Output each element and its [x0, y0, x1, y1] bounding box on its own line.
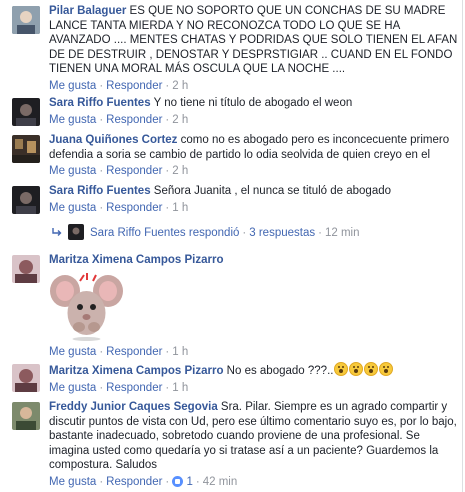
- reply-time: 12 min: [324, 227, 360, 239]
- comment-author[interactable]: Pilar Balaguer: [49, 5, 126, 17]
- avatar[interactable]: [12, 6, 40, 34]
- avatar: [68, 224, 84, 240]
- reply-link[interactable]: Responder: [106, 202, 162, 214]
- comment-time[interactable]: 2 h: [172, 165, 188, 177]
- comment-author[interactable]: Maritza Ximena Campos Pizarro: [49, 254, 223, 266]
- astonished-emoji-icon: [379, 362, 394, 376]
- astonished-emoji-icon: [349, 362, 364, 376]
- comment-author[interactable]: Maritza Ximena Campos Pizarro: [49, 365, 223, 377]
- avatar-photo-icon: [12, 98, 40, 126]
- comment-text: No es abogado ???..: [223, 365, 334, 377]
- comment-time[interactable]: 2 h: [172, 80, 188, 92]
- avatar[interactable]: [12, 402, 40, 430]
- avatar-photo-icon: [12, 255, 40, 283]
- avatar[interactable]: [12, 135, 40, 163]
- avatar[interactable]: [12, 186, 40, 214]
- like-count-icon: [172, 475, 184, 487]
- like-link[interactable]: Me gusta: [49, 202, 96, 214]
- avatar[interactable]: [12, 364, 40, 392]
- comment-text: Señora Juanita , el nunca se tituló de a…: [150, 185, 392, 197]
- avatar-photo-icon: [12, 402, 40, 430]
- avatar[interactable]: [12, 98, 40, 126]
- comment-author[interactable]: Sara Riffo Fuentes: [49, 97, 151, 109]
- like-count[interactable]: 1: [186, 476, 192, 488]
- view-replies-link[interactable]: Sara Riffo Fuentes respondió · 3 respuesta…: [52, 224, 359, 240]
- reply-link[interactable]: Responder: [106, 165, 162, 177]
- reply-arrow-icon: [52, 228, 62, 236]
- like-link[interactable]: Me gusta: [49, 346, 96, 358]
- reply-link[interactable]: Responder: [106, 114, 162, 126]
- avatar-photo-icon: [12, 6, 40, 34]
- reply-author[interactable]: Sara Riffo Fuentes: [90, 227, 186, 239]
- reply-verb: respondió: [188, 227, 240, 239]
- comment-item: Maritza Ximena Campos Pizarro Me gusta · R…: [12, 253, 460, 363]
- reply-link[interactable]: Responder: [106, 346, 162, 358]
- comment-time[interactable]: 42 min: [203, 476, 238, 488]
- comment-author[interactable]: Juana Quiñones Cortez: [49, 134, 177, 146]
- comment-time[interactable]: 2 h: [172, 114, 188, 126]
- comment-time[interactable]: 1 h: [172, 202, 188, 214]
- like-link[interactable]: Me gusta: [49, 382, 96, 394]
- like-link[interactable]: Me gusta: [49, 114, 96, 126]
- reply-link[interactable]: Responder: [106, 80, 162, 92]
- comment-time[interactable]: 1 h: [172, 382, 188, 394]
- comment-author[interactable]: Freddy Junior Caques Segovia: [49, 401, 218, 413]
- mouse-sticker-icon: [50, 273, 123, 341]
- like-link[interactable]: Me gusta: [49, 476, 96, 488]
- reply-link[interactable]: Responder: [106, 382, 162, 394]
- reply-link[interactable]: Responder: [106, 476, 162, 488]
- comment-time[interactable]: 1 h: [172, 346, 188, 358]
- astonished-emoji-icon: [364, 362, 379, 376]
- like-link[interactable]: Me gusta: [49, 165, 96, 177]
- astonished-emoji-icon: [334, 362, 349, 376]
- comment-text: Y no tiene ni título de abogado el weon: [150, 97, 353, 109]
- avatar-photo-icon: [12, 186, 40, 214]
- avatar-photo-icon: [12, 135, 40, 163]
- avatar-photo-icon: [12, 364, 40, 392]
- reply-count[interactable]: 3 respuestas: [249, 227, 315, 239]
- like-link[interactable]: Me gusta: [49, 80, 96, 92]
- avatar[interactable]: [12, 255, 40, 283]
- comment-thread: Pilar Balaguer ES QUE NO SOPORTO QUE UN …: [0, 0, 463, 492]
- comment-author[interactable]: Sara Riffo Fuentes: [49, 185, 151, 197]
